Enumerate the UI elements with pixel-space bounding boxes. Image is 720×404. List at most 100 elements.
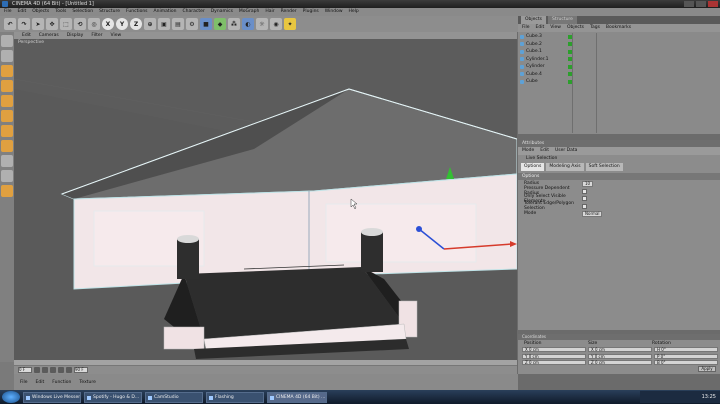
visible-elements-checkbox[interactable] xyxy=(582,196,587,202)
pos-x-field[interactable]: X 0 cm xyxy=(522,347,586,352)
tab-structure[interactable]: Structure xyxy=(548,16,577,24)
visible-check-icon[interactable] xyxy=(568,72,572,77)
snap-icon[interactable] xyxy=(1,155,13,167)
size-z-field[interactable]: Z 0 cm xyxy=(588,360,652,365)
workplane-icon[interactable] xyxy=(1,170,13,182)
play-icon[interactable] xyxy=(50,367,56,373)
move-icon[interactable]: ✥ xyxy=(46,18,58,30)
coord-system-icon[interactable]: ⊕ xyxy=(144,18,156,30)
om-menu-view[interactable]: View xyxy=(550,24,561,32)
vp-menu-edit[interactable]: Edit xyxy=(22,32,31,39)
list-item[interactable]: Cube.4 xyxy=(520,71,572,79)
menu-mograph[interactable]: MoGraph xyxy=(239,8,259,16)
minimize-button[interactable] xyxy=(684,1,694,7)
texture-mode-icon[interactable] xyxy=(1,80,13,92)
taskbar-item-spotify[interactable]: Spotify - Hugo & D... xyxy=(84,391,142,403)
menu-file[interactable]: File xyxy=(4,8,12,16)
menu-plugins[interactable]: Plugins xyxy=(303,8,319,16)
visible-check-icon[interactable] xyxy=(568,64,572,69)
make-editable-icon[interactable] xyxy=(1,35,13,47)
rot-b-field[interactable]: B 0° xyxy=(654,360,718,365)
rot-h-field[interactable]: H 0° xyxy=(654,347,718,352)
om-menu-bookmarks[interactable]: Bookmarks xyxy=(606,24,631,32)
object-mode-icon[interactable] xyxy=(1,65,13,77)
list-item[interactable]: Cube.2 xyxy=(520,41,572,49)
mode-dropdown[interactable]: Normal xyxy=(582,210,603,217)
mat-menu-file[interactable]: File xyxy=(20,380,28,385)
om-menu-edit[interactable]: Edit xyxy=(536,24,545,32)
visible-check-icon[interactable] xyxy=(568,79,572,84)
list-item[interactable]: Cube.1 xyxy=(520,48,572,56)
taskbar-item-camstudio[interactable]: CamStudio xyxy=(145,391,203,403)
render-view-icon[interactable]: ▣ xyxy=(158,18,170,30)
render-settings-icon[interactable]: ⚙ xyxy=(186,18,198,30)
end-frame-field[interactable]: 90 F xyxy=(74,367,88,373)
redo-icon[interactable]: ↷ xyxy=(18,18,30,30)
go-to-end-icon[interactable] xyxy=(66,367,72,373)
visible-check-icon[interactable] xyxy=(568,34,572,39)
rot-p-field[interactable]: P 0° xyxy=(654,353,718,359)
next-frame-icon[interactable] xyxy=(58,367,64,373)
om-menu-objects[interactable]: Objects xyxy=(567,24,584,32)
rotate-icon[interactable]: ⟲ xyxy=(74,18,86,30)
cube-primitive-icon[interactable]: ■ xyxy=(200,18,212,30)
nurbs-icon[interactable]: ◆ xyxy=(214,18,226,30)
taskbar-item-cinema4d[interactable]: CINEMA 4D (64 Bit) ... xyxy=(267,391,327,403)
menu-render[interactable]: Render xyxy=(281,8,297,16)
menu-selection[interactable]: Selection xyxy=(72,8,93,16)
prev-frame-icon[interactable] xyxy=(42,367,48,373)
vp-menu-filter[interactable]: Filter xyxy=(91,32,102,39)
menu-dynamics[interactable]: Dynamics xyxy=(211,8,233,16)
pos-y-field[interactable]: Y 0 cm xyxy=(522,353,586,359)
axis-mode-icon[interactable] xyxy=(1,95,13,107)
mat-menu-texture[interactable]: Texture xyxy=(79,380,95,385)
list-item[interactable]: Cylinder xyxy=(520,63,572,71)
size-y-field[interactable]: Y 0 cm xyxy=(588,353,652,359)
om-menu-tags[interactable]: Tags xyxy=(590,24,600,32)
vp-menu-display[interactable]: Display xyxy=(67,32,84,39)
list-item[interactable]: Cube xyxy=(520,78,572,86)
menu-functions[interactable]: Functions xyxy=(126,8,148,16)
y-axis-button[interactable]: Y xyxy=(116,18,128,30)
edges-mode-icon[interactable] xyxy=(1,125,13,137)
list-item[interactable]: Cube.3 xyxy=(520,33,572,41)
start-button[interactable] xyxy=(2,391,20,403)
render-picture-icon[interactable]: ▤ xyxy=(172,18,184,30)
visible-check-icon[interactable] xyxy=(568,57,572,62)
pos-z-field[interactable]: Z 0 cm xyxy=(522,360,586,365)
close-button[interactable] xyxy=(708,1,718,7)
tab-objects[interactable]: Objects xyxy=(521,16,547,24)
vp-menu-cameras[interactable]: Cameras xyxy=(39,32,59,39)
menu-edit[interactable]: Edit xyxy=(18,8,27,16)
visible-check-icon[interactable] xyxy=(568,49,572,54)
deformer-icon[interactable]: ◐ xyxy=(242,18,254,30)
tab-options[interactable]: Options xyxy=(521,163,545,171)
light-icon[interactable]: ✦ xyxy=(284,18,296,30)
tab-modeling-axis[interactable]: Modeling Axis xyxy=(546,163,584,171)
pointer-icon[interactable]: ➤ xyxy=(32,18,44,30)
menu-objects[interactable]: Objects xyxy=(32,8,49,16)
menu-tools[interactable]: Tools xyxy=(55,8,66,16)
undo-icon[interactable]: ↶ xyxy=(4,18,16,30)
go-to-start-icon[interactable] xyxy=(34,367,40,373)
maximize-button[interactable] xyxy=(696,1,706,7)
radius-input[interactable]: 10 xyxy=(582,180,594,187)
list-item[interactable]: Cylinder.1 xyxy=(520,56,572,64)
live-selection-icon[interactable]: ◎ xyxy=(88,18,100,30)
menu-character[interactable]: Character xyxy=(183,8,205,16)
model-mode-icon[interactable] xyxy=(1,50,13,62)
mat-menu-edit[interactable]: Edit xyxy=(36,380,45,385)
mat-menu-function[interactable]: Function xyxy=(52,380,71,385)
vp-menu-view[interactable]: View xyxy=(110,32,121,39)
perspective-viewport[interactable]: Edit Cameras Display Filter View Perspec… xyxy=(14,32,517,360)
am-menu-edit[interactable]: Edit xyxy=(540,147,549,155)
z-axis-button[interactable]: Z xyxy=(130,18,142,30)
menu-structure[interactable]: Structure xyxy=(99,8,120,16)
camera-icon[interactable]: ◉ xyxy=(270,18,282,30)
menu-animation[interactable]: Animation xyxy=(154,8,177,16)
am-menu-mode[interactable]: Mode xyxy=(522,147,534,155)
apply-button[interactable]: Apply xyxy=(698,366,716,372)
taskbar-item-flashing[interactable]: Flashing xyxy=(206,391,264,403)
scene-icon[interactable]: ☼ xyxy=(256,18,268,30)
pressure-radius-checkbox[interactable] xyxy=(582,188,587,194)
